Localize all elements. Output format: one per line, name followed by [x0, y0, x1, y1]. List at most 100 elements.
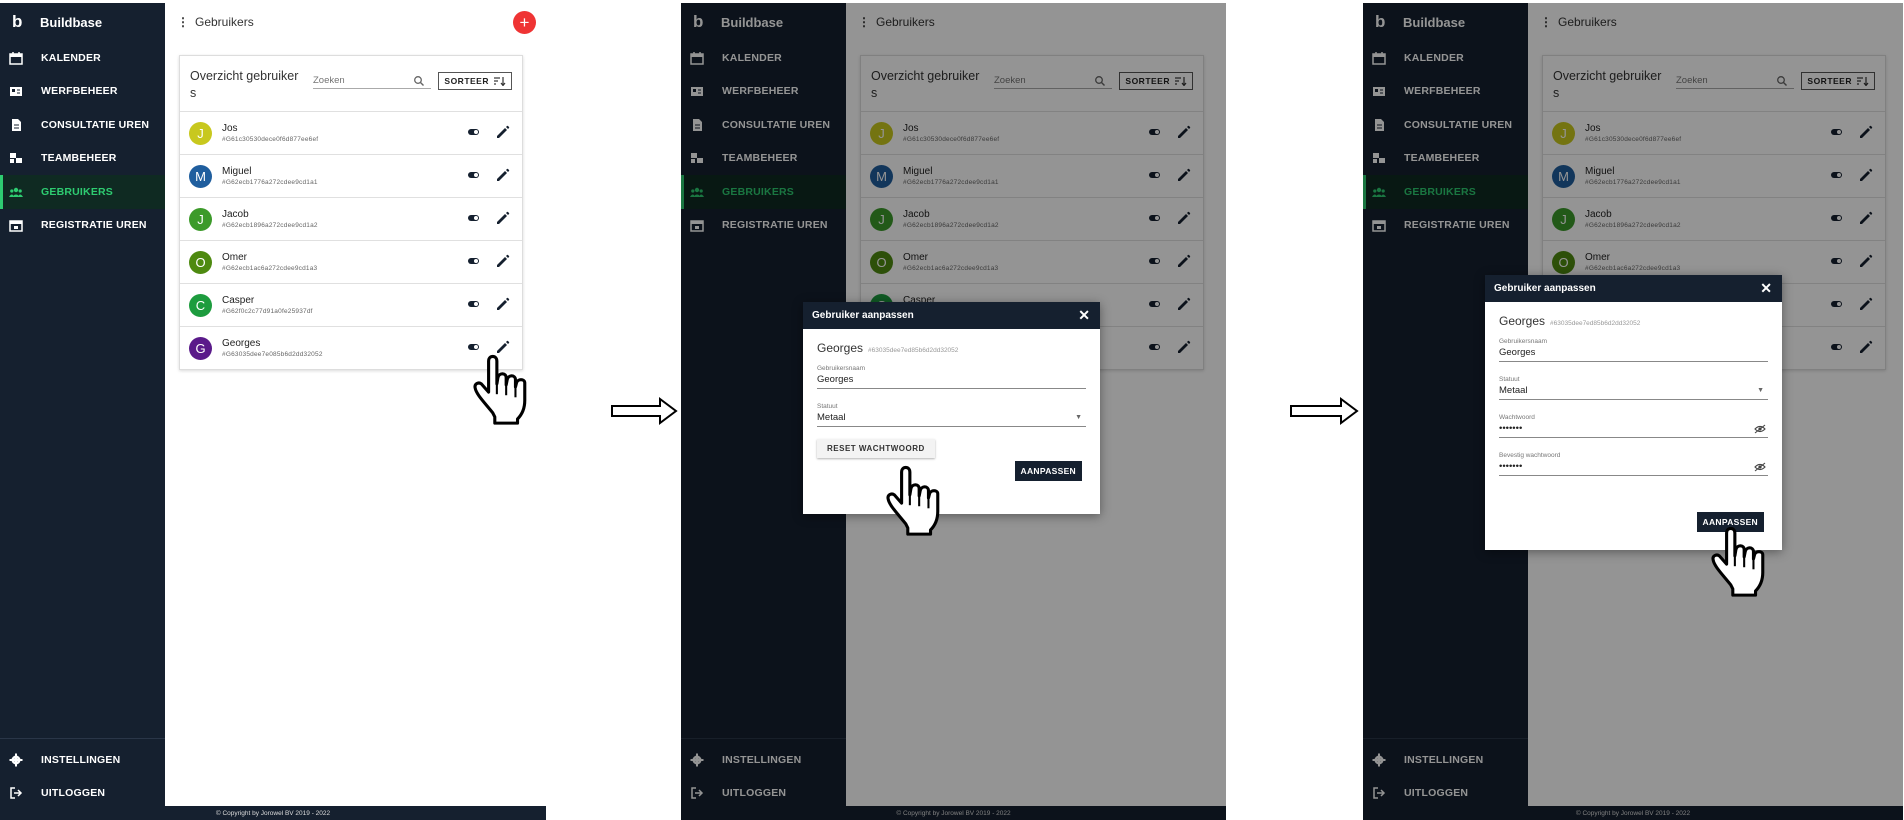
search-box: [313, 72, 431, 89]
edit-pencil-icon[interactable]: [496, 211, 510, 225]
status-select[interactable]: Statuut Metaal ▼: [1499, 376, 1768, 400]
gear-icon: [9, 753, 23, 767]
username-label: Gebruikersnaam: [817, 365, 866, 372]
edit-pencil-icon[interactable]: [496, 297, 510, 311]
username-value: Georges: [817, 374, 854, 385]
eye-off-icon[interactable]: [1754, 424, 1766, 434]
chevron-down-icon: ▼: [1757, 387, 1764, 394]
avatar: M: [189, 164, 212, 188]
avatar: C: [189, 293, 212, 317]
table-row[interactable]: M Miguel #G62ecb1776a272cdee9cd1a1: [180, 154, 522, 197]
reset-password-button[interactable]: RESET WACHTWOORD: [817, 439, 935, 458]
pointer-hand-icon: [886, 465, 940, 536]
username-field[interactable]: Gebruikersnaam Georges: [817, 365, 1086, 389]
password-value: •••••••: [1499, 423, 1523, 434]
sidebar-item-label: REGISTRATIE UREN: [41, 219, 147, 232]
avatar: J: [189, 121, 212, 145]
status-label: Statuut: [1499, 376, 1520, 383]
user-name: Miguel: [222, 166, 252, 177]
topbar: ⋮ Gebruikers +: [165, 3, 546, 41]
table-row[interactable]: C Casper #G62f0c2c77d91a0fe25937df: [180, 283, 522, 326]
pointer-hand-icon: [1711, 526, 1765, 597]
page-title: Gebruikers: [195, 15, 254, 29]
eye-off-icon[interactable]: [1754, 462, 1766, 472]
nav-menu: KALENDER WERFBEHEER CONSULTATIE UREN TEA…: [0, 41, 165, 242]
edit-pencil-icon[interactable]: [496, 125, 510, 139]
toggle-icon[interactable]: [468, 300, 479, 308]
username-value: Georges: [1499, 347, 1536, 358]
sidebar-item-label: TEAMBEHEER: [41, 152, 117, 165]
users-card-header: Overzicht gebruiker s SORTEER: [180, 56, 522, 111]
user-name: Jos: [222, 123, 238, 134]
step-arrow-icon: [1290, 397, 1359, 425]
status-value: Metaal: [817, 412, 846, 423]
dialog-header: Gebruiker aanpassen ✕: [803, 302, 1100, 329]
brand[interactable]: b Buildbase: [0, 3, 165, 41]
users-icon: [9, 185, 23, 199]
toggle-icon[interactable]: [468, 257, 479, 265]
status-value: Metaal: [1499, 385, 1528, 396]
confirm-password-field[interactable]: Bevestig wachtwoord •••••••: [1499, 452, 1768, 476]
users-card: Overzicht gebruiker s SORTEER J Jos #G61c3…: [179, 55, 523, 370]
sidebar-item-consultatie-uren[interactable]: CONSULTATIE UREN: [0, 108, 165, 142]
id-card-icon: [9, 84, 23, 98]
user-name: Omer: [222, 252, 247, 263]
team-icon: [9, 151, 23, 165]
search-icon[interactable]: [413, 75, 424, 86]
footer: © Copyright by Jorowel BV 2019 - 2022: [0, 806, 546, 820]
table-row[interactable]: J Jacob #G62ecb1896a272cdee9cd1a2: [180, 197, 522, 240]
user-id: #G62f0c2c77d91a0fe25937df: [222, 308, 313, 315]
username-field[interactable]: Gebruikersnaam Georges: [1499, 338, 1768, 362]
sort-button[interactable]: SORTEER: [438, 72, 512, 90]
sidebar-item-label: UITLOGGEN: [41, 787, 106, 800]
sidebar-item-instellingen[interactable]: INSTELLINGEN: [0, 743, 165, 777]
save-button[interactable]: AANPASSEN: [1014, 461, 1082, 481]
user-id: #G62ecb1896a272cdee9cd1a2: [222, 222, 318, 229]
dialog-user-id: #63035dee7ed85b6d2dd32052: [1550, 320, 1641, 327]
sidebar-item-registratie-uren[interactable]: REGISTRATIE UREN: [0, 209, 165, 243]
close-icon[interactable]: ✕: [1760, 280, 1772, 297]
sidebar-item-werfbeheer[interactable]: WERFBEHEER: [0, 75, 165, 109]
password-label: Wachtwoord: [1499, 414, 1535, 421]
more-vert-icon[interactable]: ⋮: [177, 15, 189, 29]
sidebar: b Buildbase KALENDER WERFBEHEER CONSULTA…: [0, 3, 165, 820]
dialog-body: Georges #63035dee7ed85b6d2dd32052 Gebruik…: [803, 329, 1100, 494]
sort-icon: [493, 76, 506, 86]
user-id: #G62ecb1776a272cdee9cd1a1: [222, 179, 318, 186]
table-row[interactable]: J Jos #G61c30530dece0f6d877ee6ef: [180, 111, 522, 154]
dialog-title: Gebruiker aanpassen: [812, 310, 914, 321]
sidebar-item-label: KALENDER: [41, 51, 101, 64]
sidebar-item-label: CONSULTATIE UREN: [41, 118, 150, 131]
calendar-icon: [9, 51, 23, 65]
edit-pencil-icon[interactable]: [496, 168, 510, 182]
edit-pencil-icon[interactable]: [496, 254, 510, 268]
confirm-password-label: Bevestig wachtwoord: [1499, 452, 1561, 459]
sidebar-item-label: WERFBEHEER: [41, 85, 118, 98]
sidebar-item-teambeheer[interactable]: TEAMBEHEER: [0, 142, 165, 176]
toggle-icon[interactable]: [468, 214, 479, 222]
pointer-hand-icon: [473, 354, 527, 425]
username-label: Gebruikersnaam: [1499, 338, 1548, 345]
screen-edit-dialog-password: b Buildbase KALENDER WERFBEHEER CONSULTA…: [1363, 3, 1903, 820]
password-field[interactable]: Wachtwoord •••••••: [1499, 414, 1768, 438]
edit-user-dialog: Gebruiker aanpassen ✕ Georges #63035dee7e…: [1485, 275, 1782, 550]
sidebar-item-label: INSTELLINGEN: [41, 753, 121, 766]
sidebar-item-kalender[interactable]: KALENDER: [0, 41, 165, 75]
screen-edit-dialog: b Buildbase KALENDER WERFBEHEER CONSULTA…: [681, 3, 1226, 820]
close-icon[interactable]: ✕: [1078, 307, 1090, 324]
screen-user-list: b Buildbase KALENDER WERFBEHEER CONSULTA…: [0, 3, 546, 820]
sidebar-item-uitloggen[interactable]: UITLOGGEN: [0, 777, 165, 811]
dialog-title: Gebruiker aanpassen: [1494, 283, 1596, 294]
add-user-button[interactable]: +: [513, 11, 536, 34]
search-input[interactable]: [313, 74, 413, 86]
status-select[interactable]: Statuut Metaal ▼: [817, 403, 1086, 427]
dialog-header: Gebruiker aanpassen ✕: [1485, 275, 1782, 302]
sidebar-item-gebruikers[interactable]: GEBRUIKERS: [0, 175, 165, 209]
table-row[interactable]: O Omer #G62ecb1ac6a272cdee9cd1a3: [180, 240, 522, 283]
user-name: Casper: [222, 295, 255, 306]
avatar: J: [189, 207, 212, 231]
status-label: Statuut: [817, 403, 838, 410]
toggle-icon[interactable]: [468, 128, 479, 136]
dialog-user-id: #63035dee7ed85b6d2dd32052: [868, 347, 959, 354]
toggle-icon[interactable]: [468, 171, 479, 179]
